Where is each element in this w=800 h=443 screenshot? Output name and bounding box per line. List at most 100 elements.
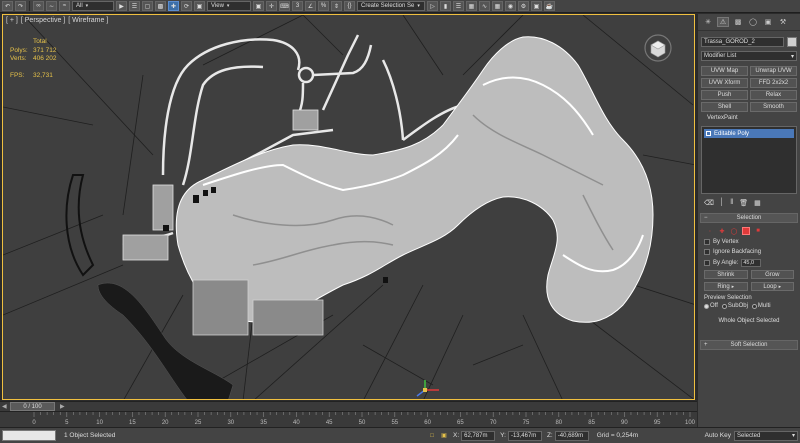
smooth-button[interactable]: Smooth <box>750 102 797 112</box>
link-icon[interactable]: ∞ <box>33 1 44 11</box>
z-field[interactable]: -40,689m <box>554 430 589 441</box>
layer-icon[interactable]: ☰ <box>453 1 464 11</box>
polygon-level-icon[interactable] <box>742 227 750 235</box>
configure-sets-icon[interactable]: ▦ <box>754 199 761 207</box>
by-vertex-option[interactable]: By Vertex <box>704 239 794 245</box>
by-vertex-checkbox[interactable] <box>704 239 710 245</box>
shell-button[interactable]: Shell <box>701 102 748 112</box>
preview-multi-radio[interactable]: Multi <box>751 303 771 309</box>
show-end-result-icon[interactable]: │ <box>720 199 724 207</box>
selection-rollout-header[interactable]: − Selection <box>700 213 798 223</box>
viewport-shading[interactable]: [ Wireframe ] <box>68 17 108 24</box>
loop-button[interactable]: Loop <box>750 282 794 291</box>
object-color-swatch[interactable] <box>787 37 797 47</box>
snap-icon[interactable]: 3 <box>292 1 303 11</box>
remove-modifier-icon[interactable]: 🗑 <box>739 199 748 207</box>
by-angle-spinner[interactable]: 45,0 <box>741 259 762 267</box>
hierarchy-tab-icon[interactable]: ▩ <box>732 17 744 27</box>
selection-filter-dropdown[interactable]: All ▾ <box>72 1 114 11</box>
graphite-icon[interactable]: ▦ <box>466 1 477 11</box>
time-slider-handle[interactable]: 0 / 100 <box>10 402 55 411</box>
undo-icon[interactable]: ↶ <box>2 1 13 11</box>
time-slider-next-icon[interactable]: ▶ <box>60 403 65 410</box>
expand-icon[interactable] <box>706 131 711 136</box>
grow-button[interactable]: Grow <box>750 270 794 279</box>
render-frame-icon[interactable]: ▣ <box>531 1 542 11</box>
edge-level-icon[interactable]: ✚ <box>718 227 726 235</box>
pivot-icon[interactable]: ▣ <box>253 1 264 11</box>
viewport-pov[interactable]: [ Perspective ] <box>21 17 65 24</box>
modify-tab-icon[interactable]: ⚠ <box>717 17 729 27</box>
edit-named-sel-icon[interactable]: {} <box>344 1 355 11</box>
element-level-icon[interactable]: ■ <box>754 227 762 235</box>
border-level-icon[interactable]: ◯ <box>730 227 738 235</box>
move-icon[interactable]: ✚ <box>168 1 179 11</box>
viewport-menu[interactable]: [ + ] <box>6 17 18 24</box>
unwrap-uvw-button[interactable]: Unwrap UVW <box>750 66 797 76</box>
ffd-button[interactable]: FFD 2x2x2 <box>750 78 797 88</box>
vertex-level-icon[interactable]: ⋅ <box>706 227 714 235</box>
angle-snap-icon[interactable]: ∠ <box>305 1 316 11</box>
uvw-map-button[interactable]: UVW Map <box>701 66 748 76</box>
utilities-tab-icon[interactable]: ⚒ <box>777 17 789 27</box>
schematic-icon[interactable]: ▦ <box>492 1 503 11</box>
redo-icon[interactable]: ↷ <box>15 1 26 11</box>
mirror-icon[interactable]: ▷ <box>427 1 438 11</box>
by-angle-option[interactable]: By Angle: 45,0 <box>704 259 794 267</box>
uvw-xform-button[interactable]: UVW Xform <box>701 78 748 88</box>
soft-selection-rollout-header[interactable]: + Soft Selection <box>700 340 798 350</box>
viewcube-icon[interactable] <box>643 33 673 63</box>
absolute-mode-icon[interactable]: ▣ <box>440 432 448 440</box>
push-button[interactable]: Push <box>701 90 748 100</box>
named-selection-dropdown[interactable]: Create Selection Se ▾ <box>357 1 425 11</box>
viewport-label[interactable]: [ + ] [ Perspective ] [ Wireframe ] <box>6 17 108 24</box>
lock-selection-icon[interactable]: □ <box>428 432 436 440</box>
relax-button[interactable]: Relax <box>750 90 797 100</box>
ring-button[interactable]: Ring <box>704 282 748 291</box>
window-crossing-icon[interactable]: ▩ <box>155 1 166 11</box>
curve-editor-icon[interactable]: ∿ <box>479 1 490 11</box>
ignore-backfacing-option[interactable]: Ignore Backfacing <box>704 249 794 255</box>
rotate-icon[interactable]: ⟳ <box>181 1 192 11</box>
x-field[interactable]: 62,787m <box>461 430 496 441</box>
modifier-list-dropdown[interactable]: Modifier List ▾ <box>701 51 797 61</box>
pin-stack-icon[interactable]: ⌫ <box>704 199 714 207</box>
time-slider-prev-icon[interactable]: ◀ <box>2 403 7 410</box>
align-icon[interactable]: ▮ <box>440 1 451 11</box>
track-bar[interactable]: 0 5 10 15 20 25 30 35 40 45 50 55 60 65 70 75 80 85 90 95 10… <box>0 411 697 427</box>
select-manipulate-icon[interactable]: ✛ <box>266 1 277 11</box>
select-by-name-icon[interactable]: ☰ <box>129 1 140 11</box>
ruler-tick-label: 0 <box>32 420 36 426</box>
spinner-snap-icon[interactable]: ⇕ <box>331 1 342 11</box>
reference-coords-dropdown[interactable]: View ▾ <box>207 1 251 11</box>
rect-select-icon[interactable]: ▢ <box>142 1 153 11</box>
render-setup-icon[interactable]: ⚙ <box>518 1 529 11</box>
display-tab-icon[interactable]: ▣ <box>762 17 774 27</box>
vertex-paint-button[interactable]: VertexPaint <box>701 115 797 121</box>
render-icon[interactable]: ☕ <box>544 1 555 11</box>
keyboard-shortcut-icon[interactable]: ⌨ <box>279 1 290 11</box>
key-filter-dropdown[interactable]: Selected ▾ <box>734 430 798 441</box>
preview-off-radio[interactable]: Off <box>704 303 718 309</box>
preview-subobj-label: SubObj <box>727 303 748 309</box>
perspective-viewport[interactable]: [ + ] [ Perspective ] [ Wireframe ] Tota… <box>2 14 695 400</box>
maxscript-listener[interactable] <box>2 430 56 441</box>
shrink-button[interactable]: Shrink <box>704 270 748 279</box>
stack-item-editable-poly[interactable]: Editable Poly <box>704 129 794 138</box>
preview-subobj-radio[interactable]: SubObj <box>721 303 748 309</box>
ignore-backfacing-checkbox[interactable] <box>704 249 710 255</box>
y-field[interactable]: -13,467m <box>507 430 542 441</box>
scale-icon[interactable]: ▣ <box>194 1 205 11</box>
make-unique-icon[interactable]: ‖ <box>730 199 733 207</box>
by-angle-checkbox[interactable] <box>704 260 710 266</box>
percent-snap-icon[interactable]: % <box>318 1 329 11</box>
auto-key-label[interactable]: Auto Key <box>705 432 731 439</box>
select-icon[interactable]: ▶ <box>116 1 127 11</box>
bind-icon[interactable]: ≈ <box>59 1 70 11</box>
time-slider[interactable]: ◀ 0 / 100 ▶ <box>0 401 697 411</box>
unlink-icon[interactable]: ∼ <box>46 1 57 11</box>
material-editor-icon[interactable]: ◉ <box>505 1 516 11</box>
object-name-field[interactable]: Trassa_GOROD_2 <box>701 37 784 47</box>
motion-tab-icon[interactable]: ◯ <box>747 17 759 27</box>
create-tab-icon[interactable]: ✳ <box>702 17 714 27</box>
